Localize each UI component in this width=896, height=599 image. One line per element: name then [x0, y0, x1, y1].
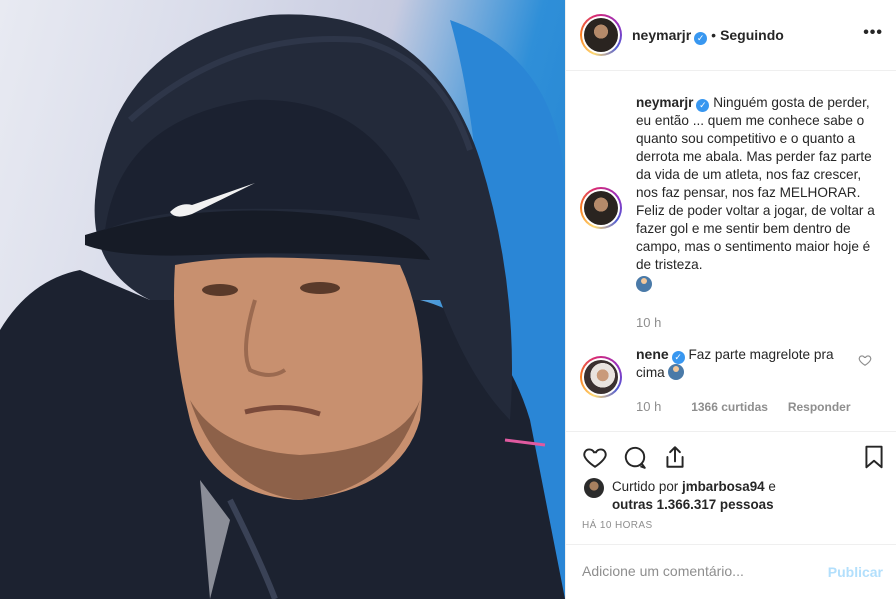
caption-text: Ninguém gosta de perder, eu então ... qu…	[636, 95, 875, 272]
commenter-avatar[interactable]	[580, 356, 622, 398]
likes-prefix: Curtido por	[612, 479, 679, 494]
likes-connector: e	[768, 479, 776, 494]
publish-button[interactable]: Publicar	[828, 564, 883, 580]
bookmark-icon[interactable]	[861, 444, 887, 470]
reply-button[interactable]: Responder	[788, 400, 851, 414]
comment-item: nene ✓ Faz parte magrelote pra cima	[636, 345, 836, 382]
post-header: neymarjr ✓ • Seguindo •••	[566, 0, 896, 71]
comment-username[interactable]: nene	[636, 346, 669, 362]
likes-summary: Curtido por jmbarbosa94 e outras 1.366.3…	[612, 478, 776, 514]
comment-likes[interactable]: 1366 curtidas	[691, 400, 768, 414]
share-icon[interactable]	[662, 444, 688, 470]
caption: neymarjr ✓ Ninguém gosta de perder, eu en…	[636, 94, 876, 332]
separator-dot: •	[711, 27, 717, 43]
author-username[interactable]: neymarjr	[632, 27, 691, 43]
author-info: neymarjr ✓ • Seguindo	[632, 27, 784, 45]
comment-like-heart-icon[interactable]	[858, 353, 872, 367]
comment-meta: 10 h 1366 curtidas Responder	[636, 398, 851, 414]
emoji-icon	[668, 364, 685, 380]
comment-icon[interactable]	[622, 444, 648, 470]
comment-box: Publicar	[566, 544, 896, 599]
caption-username[interactable]: neymarjr	[636, 95, 693, 110]
verified-badge-icon: ✓	[694, 32, 708, 45]
post-photo[interactable]	[0, 0, 565, 599]
instagram-post: neymarjr ✓ • Seguindo ••• neymarjr ✓ Ninguém…	[0, 0, 896, 599]
comment-input[interactable]	[582, 563, 812, 579]
comment-time[interactable]: 10 h	[636, 399, 661, 414]
likes-others-link[interactable]: outras 1.366.317 pessoas	[612, 497, 774, 512]
more-options-icon[interactable]: •••	[863, 24, 883, 42]
post-photo-illustration	[0, 14, 565, 599]
verified-badge-icon: ✓	[671, 351, 685, 364]
post-side-panel: neymarjr ✓ • Seguindo ••• neymarjr ✓ Ninguém…	[565, 0, 896, 599]
author-avatar[interactable]	[580, 14, 622, 56]
heart-icon[interactable]	[582, 444, 608, 470]
liker-avatar[interactable]	[584, 478, 604, 498]
caption-avatar[interactable]	[580, 187, 622, 229]
emoji-icon	[636, 276, 652, 292]
liker-username[interactable]: jmbarbosa94	[682, 479, 765, 494]
post-timestamp[interactable]: HÁ 10 HORAS	[582, 520, 653, 531]
verified-badge-icon: ✓	[696, 99, 710, 112]
follow-status-button[interactable]: Seguindo	[720, 27, 784, 43]
caption-time[interactable]: 10 h	[636, 314, 876, 332]
